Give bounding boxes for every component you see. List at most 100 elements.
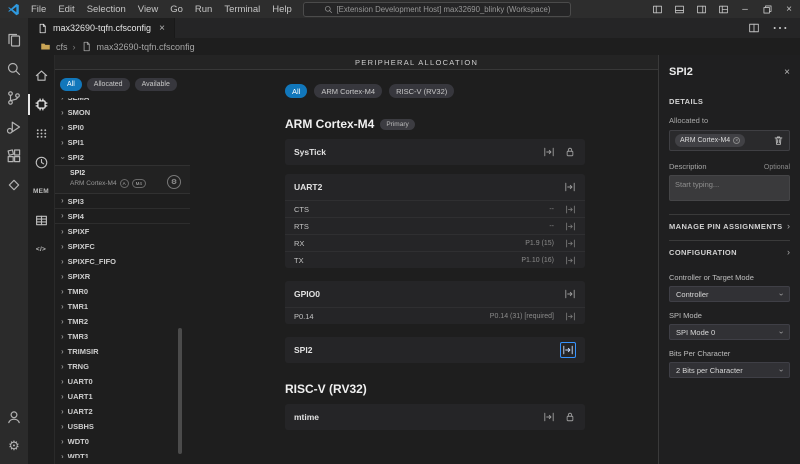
tree-item-trimsir[interactable]: ›TRIMSIR bbox=[55, 344, 190, 359]
layout-customize-icon[interactable] bbox=[712, 0, 734, 18]
tree-item-spi3[interactable]: ›SPI3 bbox=[55, 194, 190, 209]
allocate-icon[interactable] bbox=[543, 411, 555, 423]
split-editor-icon[interactable] bbox=[748, 22, 760, 34]
allocated-to-field[interactable]: ARM Cortex-M4 × bbox=[669, 130, 790, 151]
allocate-icon[interactable] bbox=[564, 181, 576, 193]
signal-row-rts[interactable]: RTS-- bbox=[285, 217, 585, 234]
signal-row-tx[interactable]: TXP1.10 (16) bbox=[285, 251, 585, 268]
card-uart2[interactable]: UART2CTS--RTS--RXP1.9 (15)TXP1.10 (16) bbox=[285, 174, 585, 268]
layout-sidebar-right-icon[interactable] bbox=[690, 0, 712, 18]
menu-selection[interactable]: Selection bbox=[81, 0, 132, 18]
home-icon[interactable] bbox=[28, 61, 55, 90]
code-generation-icon[interactable]: </> bbox=[28, 235, 55, 264]
card-systick[interactable]: SysTick bbox=[285, 139, 585, 165]
card-gpio0[interactable]: GPIO0P0.14P0.14 (31) [required] bbox=[285, 281, 585, 324]
memory-table-icon[interactable] bbox=[28, 206, 55, 235]
tree-item-tmr2[interactable]: ›TMR2 bbox=[55, 314, 190, 329]
card-mtime[interactable]: mtime bbox=[285, 404, 585, 430]
tree-item-spixr[interactable]: ›SPIXR bbox=[55, 269, 190, 284]
panel-close-icon[interactable]: × bbox=[784, 67, 790, 78]
menu-go[interactable]: Go bbox=[164, 0, 189, 18]
tree-item-wdt0[interactable]: ›WDT0 bbox=[55, 434, 190, 449]
tree-selected-peripheral[interactable]: SPI2ARM Cortex-M4AM4⚙ bbox=[55, 165, 190, 194]
search-sidebar-icon[interactable] bbox=[0, 54, 28, 83]
configuration-row[interactable]: CONFIGURATION › bbox=[669, 241, 790, 264]
core-filter-risc-v-rv32-[interactable]: RISC-V (RV32) bbox=[389, 84, 454, 98]
tree-filter-all[interactable]: All bbox=[60, 78, 82, 91]
tree-item-uart1[interactable]: ›UART1 bbox=[55, 389, 190, 404]
registers-icon[interactable] bbox=[28, 119, 55, 148]
source-control-icon[interactable] bbox=[0, 83, 28, 112]
signal-row-cts[interactable]: CTS-- bbox=[285, 200, 585, 217]
more-actions-icon[interactable]: ⋯ bbox=[772, 18, 788, 38]
menu-terminal[interactable]: Terminal bbox=[218, 0, 266, 18]
tree-item-uart2[interactable]: ›UART2 bbox=[55, 404, 190, 419]
card-spi2[interactable]: SPI2 bbox=[285, 337, 585, 363]
allocate-icon[interactable] bbox=[565, 311, 576, 322]
allocate-icon[interactable] bbox=[565, 238, 576, 249]
tree-filter-allocated[interactable]: Allocated bbox=[87, 78, 130, 91]
select-spi-mode[interactable]: SPI Mode 0› bbox=[669, 324, 790, 340]
minimize-icon[interactable]: – bbox=[734, 0, 756, 18]
allocate-icon[interactable] bbox=[565, 204, 576, 215]
signal-row-rx[interactable]: RXP1.9 (15) bbox=[285, 234, 585, 251]
allocate-icon[interactable] bbox=[543, 146, 555, 158]
allocate-icon[interactable] bbox=[564, 288, 576, 300]
tree-filter-available[interactable]: Available bbox=[135, 78, 177, 91]
tree-item-spi4[interactable]: ›SPI4 bbox=[55, 209, 190, 224]
config-icon[interactable]: ⚙ bbox=[167, 175, 181, 189]
tree-item-spixfc[interactable]: ›SPIXFC bbox=[55, 239, 190, 254]
memory-mem-label[interactable]: MEM bbox=[28, 177, 55, 206]
tree-item-tmr1[interactable]: ›TMR1 bbox=[55, 299, 190, 314]
cfs-extension-icon[interactable] bbox=[0, 170, 28, 199]
settings-gear-icon[interactable]: ⚙ bbox=[0, 431, 28, 460]
tree-item-tmr0[interactable]: ›TMR0 bbox=[55, 284, 190, 299]
tree-item-sema[interactable]: ›SEMA bbox=[55, 98, 190, 105]
select-bits-per-character[interactable]: 2 Bits per Character› bbox=[669, 362, 790, 378]
command-center-search[interactable]: [Extension Development Host] max32690_bl… bbox=[303, 2, 571, 17]
pinout-icon[interactable] bbox=[28, 90, 55, 119]
close-window-icon[interactable]: × bbox=[778, 0, 800, 18]
menu-view[interactable]: View bbox=[132, 0, 164, 18]
tree-item-uart0[interactable]: ›UART0 bbox=[55, 374, 190, 389]
run-debug-icon[interactable] bbox=[0, 112, 28, 141]
breadcrumb-folder[interactable]: cfs bbox=[56, 42, 68, 52]
clock-config-icon[interactable] bbox=[28, 148, 55, 177]
layout-panel-icon[interactable] bbox=[668, 0, 690, 18]
tree-item-usbhs[interactable]: ›USBHS bbox=[55, 419, 190, 434]
trash-icon[interactable] bbox=[773, 135, 784, 146]
core-filter-all[interactable]: All bbox=[285, 84, 307, 98]
tab-cfsconfig[interactable]: max32690-tqfn.cfsconfig × bbox=[28, 18, 175, 38]
tree-item-smon[interactable]: ›SMON bbox=[55, 105, 190, 120]
description-input[interactable]: Start typing... bbox=[669, 175, 790, 201]
menu-run[interactable]: Run bbox=[189, 0, 218, 18]
allocate-icon[interactable] bbox=[560, 342, 576, 358]
breadcrumb-file[interactable]: max32690-tqfn.cfsconfig bbox=[97, 42, 195, 52]
select-controller-or-target-mode[interactable]: Controller› bbox=[669, 286, 790, 302]
tab-close-icon[interactable]: × bbox=[159, 23, 165, 34]
manage-pin-assignments-row[interactable]: MANAGE PIN ASSIGNMENTS › bbox=[669, 215, 790, 238]
restore-icon[interactable] bbox=[756, 0, 778, 18]
layout-sidebar-icon[interactable] bbox=[646, 0, 668, 18]
tree-item-tmr3[interactable]: ›TMR3 bbox=[55, 329, 190, 344]
tree-item-spi0[interactable]: ›SPI0 bbox=[55, 120, 190, 135]
menu-file[interactable]: File bbox=[25, 0, 52, 18]
tree-item-spixfc-fifo[interactable]: ›SPIXFC_FIFO bbox=[55, 254, 190, 269]
remove-chip-icon[interactable]: × bbox=[733, 137, 740, 144]
explorer-icon[interactable] bbox=[0, 25, 28, 54]
tree-item-spixf[interactable]: ›SPIXF bbox=[55, 224, 190, 239]
tree-item-spi2[interactable]: ›SPI2 bbox=[55, 150, 190, 165]
allocate-icon[interactable] bbox=[565, 221, 576, 232]
account-icon[interactable] bbox=[0, 402, 28, 431]
signal-row-p0-14[interactable]: P0.14P0.14 (31) [required] bbox=[285, 307, 585, 324]
menu-edit[interactable]: Edit bbox=[52, 0, 80, 18]
extensions-icon[interactable] bbox=[0, 141, 28, 170]
menu-help[interactable]: Help bbox=[266, 0, 298, 18]
core-filter-arm-cortex-m4[interactable]: ARM Cortex-M4 bbox=[314, 84, 382, 98]
allocate-icon[interactable] bbox=[565, 255, 576, 266]
tree-item-trng[interactable]: ›TRNG bbox=[55, 359, 190, 374]
tree-item-spi1[interactable]: ›SPI1 bbox=[55, 135, 190, 150]
tree-item-wdt1[interactable]: ›WDT1 bbox=[55, 449, 190, 458]
allocated-core-chip[interactable]: ARM Cortex-M4 × bbox=[675, 134, 745, 147]
tree-scrollbar[interactable] bbox=[178, 328, 182, 454]
